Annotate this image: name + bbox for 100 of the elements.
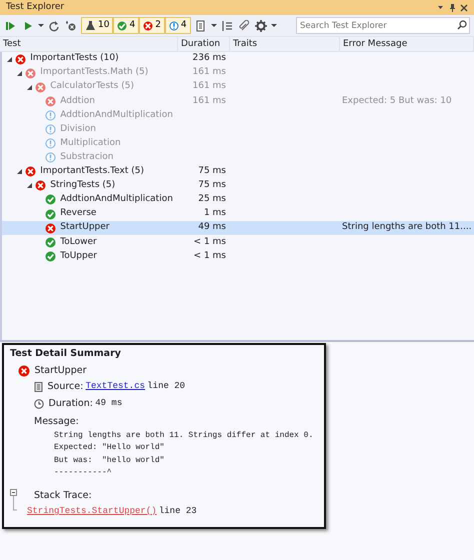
cancel-button[interactable] bbox=[64, 18, 78, 32]
test-name: ImportantTests (10) bbox=[30, 52, 119, 66]
duration-cell: 75 ms bbox=[198, 180, 226, 190]
test-name: ToUpper bbox=[60, 250, 97, 263]
close-icon[interactable] bbox=[460, 4, 468, 12]
warning-icon bbox=[168, 20, 179, 30]
caret-icon[interactable] bbox=[38, 22, 44, 28]
passed-icon bbox=[45, 208, 56, 220]
settings-icon bbox=[254, 20, 267, 32]
expander-icon[interactable] bbox=[16, 70, 23, 77]
test-name: StartUpper bbox=[60, 221, 110, 234]
column-header[interactable]: Traits bbox=[230, 37, 340, 51]
warning-icon bbox=[45, 152, 56, 164]
repeat-icon bbox=[48, 20, 60, 32]
repeat-button[interactable] bbox=[47, 18, 61, 32]
stack-trace-label: Stack Trace: bbox=[34, 488, 93, 502]
tree-row[interactable]: Reverse 1 ms bbox=[2, 207, 474, 222]
collapse-icon[interactable] bbox=[10, 488, 18, 510]
line-number: line 23 bbox=[158, 505, 197, 518]
warning-icon bbox=[45, 110, 56, 121]
duration-cell: 49 ms bbox=[198, 222, 226, 232]
expander-icon[interactable] bbox=[6, 56, 13, 63]
duration-cell: 25 ms bbox=[198, 194, 226, 204]
failed-icon bbox=[45, 96, 56, 107]
filter-button[interactable]: 2 bbox=[139, 17, 165, 34]
stack-frame-link[interactable]: StringTests.StartUpper() bbox=[27, 505, 157, 518]
settings-button[interactable] bbox=[254, 18, 268, 32]
duration-cell: 161 ms bbox=[192, 81, 226, 92]
file-icon bbox=[34, 382, 43, 392]
test-name: AddtionAndMultiplication bbox=[60, 108, 173, 122]
failed-icon bbox=[25, 166, 36, 178]
test-name: Multiplication bbox=[60, 136, 121, 150]
test-name: StartUpper bbox=[34, 364, 86, 378]
message-line: Expected: "Hello world" bbox=[53, 442, 166, 454]
caret-icon[interactable] bbox=[437, 4, 444, 11]
caret-icon[interactable] bbox=[270, 22, 277, 28]
tree-row[interactable]: ToLower < 1 ms bbox=[2, 235, 474, 250]
test-name: ToLower bbox=[60, 236, 97, 249]
error-message: Expected: 5 But was: 10 bbox=[342, 96, 452, 106]
cancel-icon bbox=[65, 20, 77, 32]
column-header[interactable]: Error Message bbox=[340, 37, 474, 51]
failed-icon bbox=[45, 222, 56, 234]
message-line: -----------^ bbox=[53, 467, 113, 479]
filter-button[interactable]: 10 bbox=[81, 17, 114, 34]
test-name: Substracion bbox=[60, 150, 114, 164]
line-number: line 20 bbox=[147, 380, 186, 393]
test-name: StringTests (5) bbox=[50, 179, 116, 192]
duration-value: 49 ms bbox=[95, 396, 122, 410]
hierarchy-button[interactable] bbox=[220, 18, 234, 32]
pin-icon[interactable] bbox=[448, 3, 456, 12]
tree-row[interactable]: StringTests (5) 75 ms bbox=[2, 178, 474, 193]
clock-icon bbox=[34, 398, 44, 409]
expander-icon[interactable] bbox=[26, 182, 33, 190]
failed-icon bbox=[143, 20, 154, 30]
filter-button[interactable]: 4 bbox=[164, 17, 191, 34]
flask-icon bbox=[85, 20, 96, 31]
filter-button[interactable]: 4 bbox=[113, 17, 140, 34]
window-title: Test Explorer bbox=[6, 0, 64, 14]
message-line: String lengths are both 11. Strings differ at index 0. bbox=[53, 430, 314, 442]
test-name: ImportantTests.Text (5) bbox=[40, 165, 144, 178]
failed-icon bbox=[35, 82, 46, 93]
failed-icon bbox=[25, 68, 36, 79]
duration-cell: < 1 ms bbox=[194, 236, 226, 247]
duration-label: Duration: bbox=[48, 396, 93, 410]
tree-row[interactable]: ImportantTests.Text (5) 75 ms bbox=[2, 164, 474, 179]
test-name: Reverse bbox=[60, 207, 96, 220]
source-link[interactable]: TextTest.cs bbox=[86, 380, 146, 394]
expander-icon[interactable] bbox=[26, 84, 33, 91]
duration-cell: 75 ms bbox=[198, 166, 226, 176]
test-name: ImportantTests.Math (5) bbox=[40, 66, 148, 80]
run-icon bbox=[22, 20, 34, 32]
warning-icon bbox=[45, 138, 56, 150]
duration-cell: 161 ms bbox=[192, 67, 226, 78]
error-message: String lengths are both 11.... bbox=[342, 222, 472, 232]
tree-row[interactable]: AddtionAndMultiplication 25 ms bbox=[2, 192, 474, 208]
failed-icon bbox=[15, 54, 26, 65]
duration-cell: < 1 ms bbox=[194, 250, 226, 261]
source-label: Source: bbox=[48, 380, 84, 394]
test-name: CalculatorTests (5) bbox=[50, 80, 134, 94]
hierarchy-icon bbox=[220, 20, 233, 32]
test-name: Addtion bbox=[60, 94, 95, 108]
message-line: But was: "hello world" bbox=[53, 454, 166, 466]
attachment-button[interactable] bbox=[236, 18, 251, 32]
tree-row[interactable]: ToUpper < 1 ms bbox=[2, 249, 474, 264]
run-all-icon bbox=[5, 20, 17, 32]
attachment-icon bbox=[238, 20, 250, 32]
passed-icon bbox=[117, 20, 128, 30]
passed-icon bbox=[45, 194, 56, 206]
test-name: AddtionAndMultiplication bbox=[60, 193, 173, 206]
search-field[interactable]: Search Test Explorer bbox=[296, 17, 470, 34]
failed-icon bbox=[35, 180, 46, 192]
tree-row[interactable]: StartUpper 49 ms String lengths are both 11.... bbox=[2, 221, 474, 236]
caret-icon[interactable] bbox=[210, 22, 217, 28]
warning-icon bbox=[45, 124, 56, 136]
column-header[interactable]: Test bbox=[0, 37, 178, 51]
expander-icon[interactable] bbox=[16, 168, 23, 176]
playlist-icon bbox=[194, 20, 207, 32]
search-icon[interactable] bbox=[457, 20, 467, 30]
tree-row[interactable]: ImportantTests (10) 236 ms bbox=[2, 52, 474, 66]
column-header[interactable]: Duration bbox=[178, 37, 230, 51]
